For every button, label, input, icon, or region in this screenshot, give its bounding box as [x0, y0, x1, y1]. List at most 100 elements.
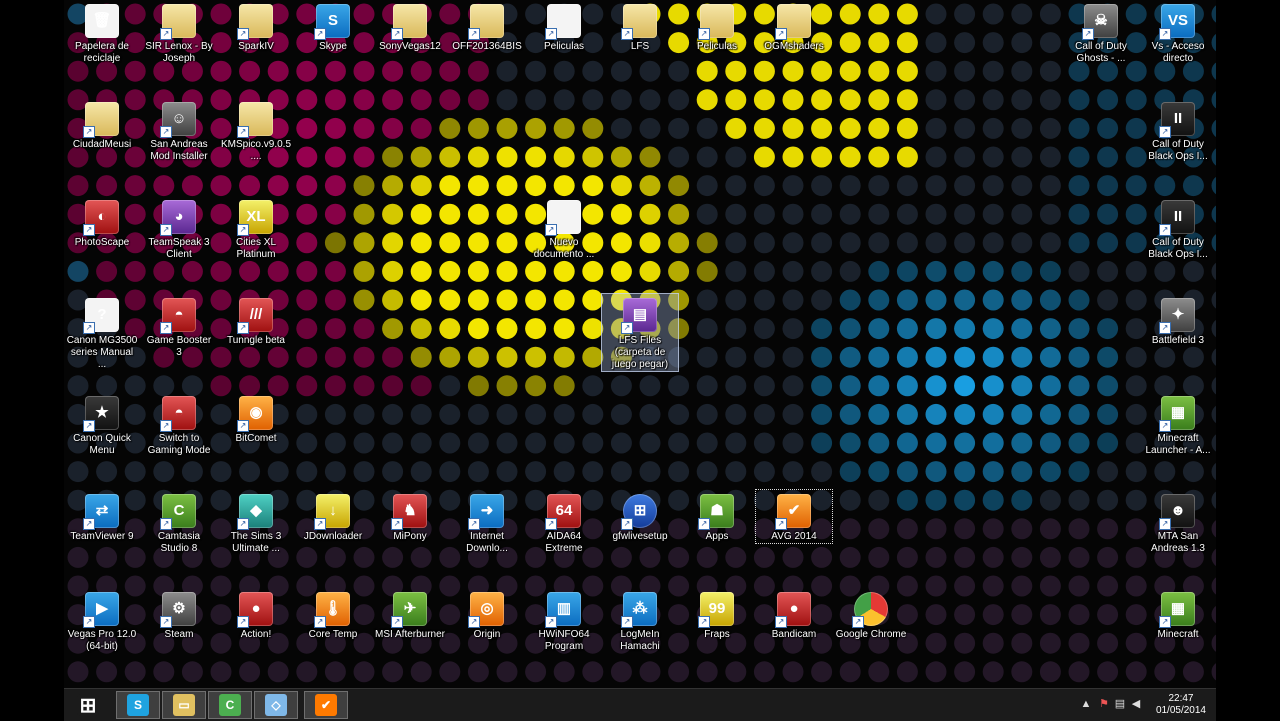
wallpaper-dot: [1182, 461, 1204, 483]
desktop-icon[interactable]: ✈ ↗ MSI Afterburner: [372, 588, 448, 641]
desktop-icon[interactable]: 🌡 ↗ Core Temp: [295, 588, 371, 641]
desktop-icon-label: Vs - Acceso directo: [1151, 41, 1205, 64]
desktop-icon[interactable]: ◎ ↗ Origin: [449, 588, 525, 641]
desktop-icon[interactable]: ✔ ↗ AVG 2014: [755, 489, 833, 544]
desktop-icon[interactable]: 🗑 Papelera de reciclaje: [64, 0, 140, 65]
desktop-icon[interactable]: ★ ↗ Canon Quick Menu: [64, 392, 140, 457]
desktop-icon[interactable]: ↗ OFF201364BIS: [449, 0, 525, 53]
wallpaper-dot: [1068, 232, 1090, 254]
desktop-icon[interactable]: ◉ ↗ BitComet: [218, 392, 294, 445]
desktop-icon[interactable]: ? ↗ Canon MG3500 series Manual ...: [64, 294, 140, 371]
wallpaper-dot: [353, 661, 375, 683]
wallpaper-dot: [525, 89, 547, 111]
desktop-icon[interactable]: ◓ ↗ Game Booster 3: [141, 294, 217, 359]
desktop-icon[interactable]: ↗ LFS: [602, 0, 678, 53]
desktop-icon[interactable]: ▥ ↗ HWiNFO64 Program: [526, 588, 602, 653]
wallpaper-dot: [868, 146, 890, 168]
desktop-icon[interactable]: ● ↗ Action!: [218, 588, 294, 641]
desktop-icon[interactable]: C ↗ Camtasia Studio 8: [141, 490, 217, 555]
desktop-icon[interactable]: ➜ ↗ Internet Downlo...: [449, 490, 525, 555]
desktop-icon[interactable]: ⁂ ↗ LogMeIn Hamachi: [602, 588, 678, 653]
wallpaper-dot: [296, 232, 318, 254]
desktop-icon[interactable]: ◓ ↗ Switch to Gaming Mode: [141, 392, 217, 457]
network-icon[interactable]: ▤: [1114, 698, 1126, 710]
desktop-icon[interactable]: ▦ ↗ Minecraft Launcher - A...: [1140, 392, 1216, 457]
desktop-icon[interactable]: II ↗ Call of Duty Black Ops I...: [1140, 98, 1216, 163]
desktop-icon[interactable]: ▶ ↗ Vegas Pro 12.0 (64-bit): [64, 588, 140, 653]
wallpaper-dot: [124, 661, 146, 683]
taskbar-file-explorer[interactable]: ▭: [162, 691, 206, 719]
wallpaper-dot: [525, 117, 547, 139]
desktop-icon[interactable]: ▤ ↗ LFS Files (carpeta de juego pegar): [601, 293, 679, 372]
desktop-icon[interactable]: ↗ CiudadMeusi: [64, 98, 140, 151]
desktop-icon[interactable]: II ↗ Call of Duty Black Ops I...: [1140, 196, 1216, 261]
desktop-icon[interactable]: 99 ↗ Fraps: [679, 588, 755, 641]
desktop-icon[interactable]: ◕ ↗ TeamSpeak 3 Client: [141, 196, 217, 261]
desktop-icon[interactable]: ↗ SparkIV: [218, 0, 294, 53]
wallpaper-dot: [954, 89, 976, 111]
wallpaper-dot: [868, 661, 890, 683]
desktop-icon[interactable]: ↗ KMSpico.v9.0.5....: [218, 98, 294, 163]
taskbar-avg[interactable]: ✔: [304, 691, 348, 719]
desktop-icon[interactable]: 64 ↗ AIDA64 Extreme: [526, 490, 602, 555]
desktop-icon[interactable]: ↗ SonyVegas12: [372, 0, 448, 53]
desktop-icon[interactable]: ↗ Google Chrome: [833, 588, 909, 641]
taskbar-skype[interactable]: S: [116, 691, 160, 719]
wallpaper-dot: [467, 403, 489, 425]
desktop-icon[interactable]: ☠ ↗ Call of Duty Ghosts - ...: [1063, 0, 1139, 65]
desktop-icon[interactable]: ↗ Peliculas: [526, 0, 602, 53]
wallpaper-dot: [839, 32, 861, 54]
wallpaper-dot: [811, 203, 833, 225]
desktop-icon[interactable]: ⊞ ↗ gfwlivesetup: [602, 490, 678, 543]
wallpaper-dot: [153, 260, 175, 282]
wallpaper-dot: [382, 175, 404, 197]
desktop-icon[interactable]: ☻ ↗ MTA San Andreas 1.3: [1140, 490, 1216, 555]
desktop-icon[interactable]: VS ↗ Vs - Acceso directo: [1140, 0, 1216, 65]
wallpaper-dot: [954, 318, 976, 340]
desktop-icon[interactable]: ✦ ↗ Battlefield 3: [1140, 294, 1216, 347]
wallpaper-dot: [696, 146, 718, 168]
desktop-icon[interactable]: S ↗ Skype: [295, 0, 371, 53]
wallpaper-dot: [582, 146, 604, 168]
desktop-icon[interactable]: ◆ ↗ The Sims 3 Ultimate ...: [218, 490, 294, 555]
show-hidden-icons-chevron-icon[interactable]: ▲: [1080, 698, 1092, 710]
wallpaper-dot: [782, 318, 804, 340]
icon-glyph: 🗑: [92, 12, 112, 29]
wallpaper-dot: [324, 146, 346, 168]
wallpaper-dot: [954, 432, 976, 454]
desktop-icon[interactable]: ↗ OGMshaders: [756, 0, 832, 53]
desktop-icon[interactable]: ⚙ ↗ Steam: [141, 588, 217, 641]
desktop-icon[interactable]: ↗ SIR Lenox - By Joseph: [141, 0, 217, 65]
wallpaper-dot: [1039, 575, 1061, 597]
desktop-icon[interactable]: ⇄ ↗ TeamViewer 9: [64, 490, 140, 543]
start-button[interactable]: ⊞: [66, 691, 110, 719]
desktop-icon[interactable]: ///↗ Tunngle beta: [218, 294, 294, 347]
taskbar-camtasia[interactable]: C: [208, 691, 252, 719]
volume-icon[interactable]: ◀: [1130, 698, 1142, 710]
desktop-icon[interactable]: ♞ ↗ MiPony: [372, 490, 448, 543]
wallpaper-dot: [324, 289, 346, 311]
desktop-icon[interactable]: ↓ ↗ JDownloader: [295, 490, 371, 543]
taskbar-app[interactable]: ◇: [254, 691, 298, 719]
desktop-icon[interactable]: ☺ ↗ San Andreas Mod Installer: [141, 98, 217, 163]
desktop-icon[interactable]: ↗ Peliculas: [679, 0, 755, 53]
wallpaper-dot: [639, 60, 661, 82]
desktop-icon[interactable]: ↗ Nuevo documento ...: [526, 196, 602, 261]
clock[interactable]: 22:47 01/05/2014: [1156, 693, 1206, 717]
desktop-icon[interactable]: ● ↗ Bandicam: [756, 588, 832, 641]
wallpaper-dot: [925, 518, 947, 540]
desktop-icon[interactable]: ▦ ↗ Minecraft: [1140, 588, 1216, 641]
wallpaper-dot: [210, 461, 232, 483]
wallpaper-dot: [296, 60, 318, 82]
wallpaper-dot: [382, 203, 404, 225]
action-center-flag-icon[interactable]: ⚑: [1098, 698, 1110, 710]
desktop-icon[interactable]: ☗ ↗ Apps: [679, 490, 755, 543]
wallpaper-dot: [210, 661, 232, 683]
desktop-icon[interactable]: ◐ ↗ PhotoScape: [64, 196, 140, 249]
desktop[interactable]: 🗑 Papelera de reciclaje ↗ SIR Lenox - By Jo…: [64, 0, 1216, 688]
wallpaper-dot: [296, 375, 318, 397]
wallpaper-dot: [1068, 518, 1090, 540]
desktop-icon[interactable]: XL ↗ Cities XL Platinum: [218, 196, 294, 261]
black-ops-icon: II ↗: [1159, 102, 1195, 138]
wallpaper-dot: [1011, 575, 1033, 597]
